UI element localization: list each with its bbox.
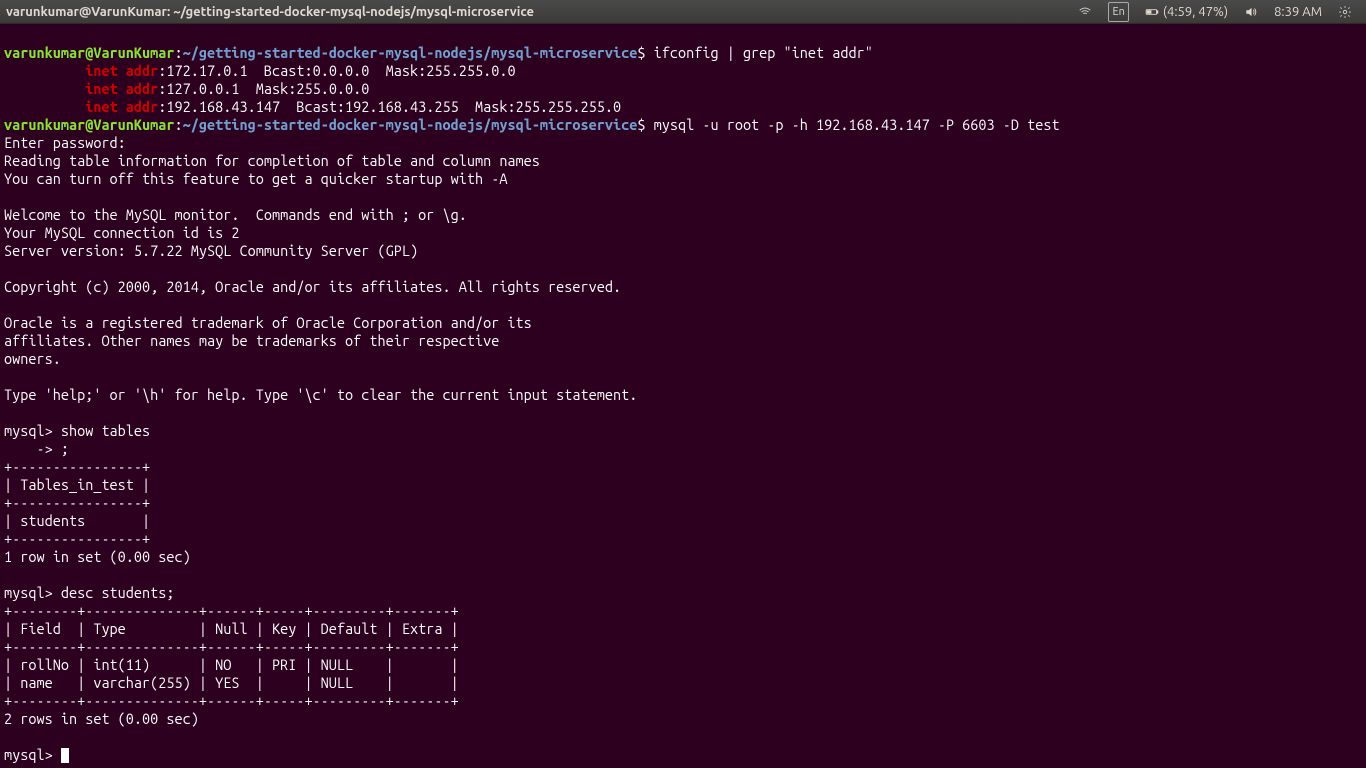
prompt-path: ~/getting-started-docker-mysql-nodejs/my… <box>183 44 638 61</box>
prompt-user: varunkumar@VarunKumar <box>4 44 175 61</box>
inet-label: inet addr <box>85 80 158 97</box>
mysql-intro-block: Enter password: Reading table informatio… <box>4 134 637 403</box>
prompt-user: varunkumar@VarunKumar <box>4 116 175 133</box>
ifconfig-line-2: inet addr:127.0.0.1 Mask:255.0.0.0 <box>4 80 369 97</box>
desc-students-block: mysql> desc students; +--------+--------… <box>4 584 459 727</box>
mysql-prompt: mysql> <box>4 746 61 763</box>
inet-label: inet addr <box>85 62 158 79</box>
clock-indicator[interactable]: 8:39 AM <box>1266 3 1330 21</box>
language-indicator[interactable]: En <box>1100 2 1136 22</box>
battery-icon <box>1145 5 1159 19</box>
terminal-output[interactable]: varunkumar@VarunKumar:~/getting-started-… <box>0 24 1366 766</box>
inet-label: inet addr <box>85 98 158 115</box>
prompt-path: ~/getting-started-docker-mysql-nodejs/my… <box>183 116 638 133</box>
battery-indicator[interactable]: (4:59, 47%) <box>1137 3 1236 21</box>
sound-indicator[interactable] <box>1236 5 1266 19</box>
wifi-indicator[interactable] <box>1070 5 1100 19</box>
volume-icon <box>1244 5 1258 19</box>
battery-label: (4:59, 47%) <box>1163 3 1228 21</box>
system-menubar: varunkumar@VarunKumar: ~/getting-started… <box>0 0 1366 24</box>
language-label: En <box>1108 2 1128 22</box>
show-tables-block: mysql> show tables -> ; +---------------… <box>4 422 191 565</box>
prompt-line-2: varunkumar@VarunKumar:~/getting-started-… <box>4 116 1060 133</box>
command-text: ifconfig | grep "inet addr" <box>646 44 873 61</box>
ifconfig-line-1: inet addr:172.17.0.1 Bcast:0.0.0.0 Mask:… <box>4 62 516 79</box>
prompt-line-1: varunkumar@VarunKumar:~/getting-started-… <box>4 44 873 61</box>
command-text: mysql -u root -p -h 192.168.43.147 -P 66… <box>646 116 1060 133</box>
window-title: varunkumar@VarunKumar: ~/getting-started… <box>6 3 534 21</box>
wifi-icon <box>1078 5 1092 19</box>
clock-label: 8:39 AM <box>1274 3 1322 21</box>
cursor <box>61 748 69 763</box>
session-indicator[interactable] <box>1330 5 1360 19</box>
ifconfig-line-3: inet addr:192.168.43.147 Bcast:192.168.4… <box>4 98 621 115</box>
gear-icon <box>1338 5 1352 19</box>
